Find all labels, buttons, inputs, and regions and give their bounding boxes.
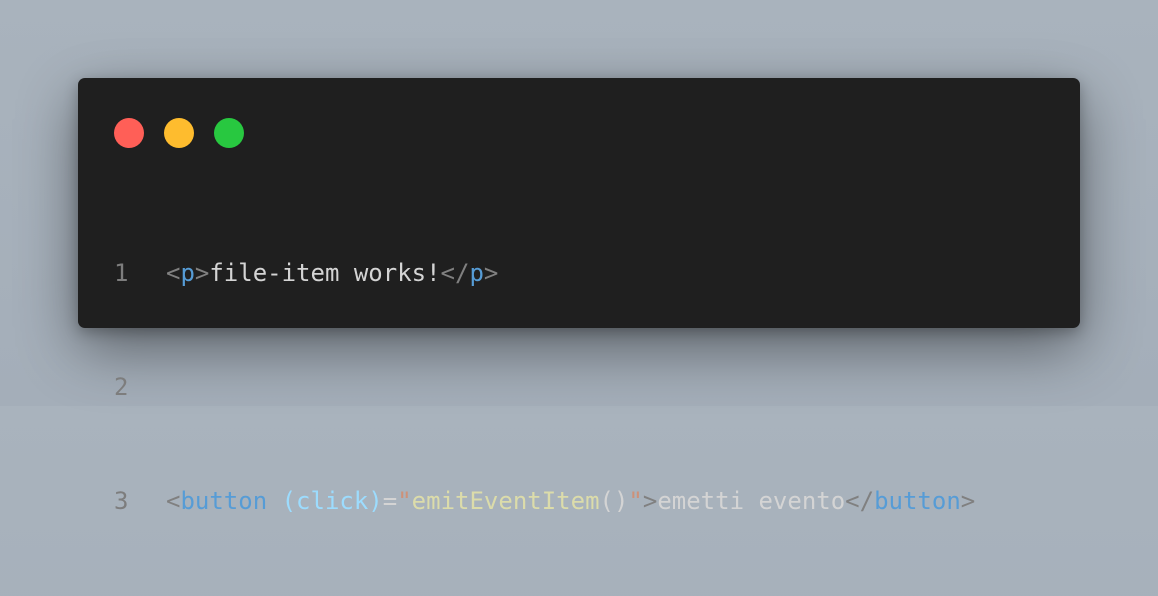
code-token: < xyxy=(166,487,181,515)
code-token: button xyxy=(874,487,961,515)
line-number: 1 xyxy=(114,259,129,287)
code-token: (click) xyxy=(281,487,383,515)
code-token: > xyxy=(483,259,499,287)
line-number: 3 xyxy=(114,487,129,515)
code-line-3: 3 <button (click)="emitEventItem()">emet… xyxy=(114,482,975,520)
code-line-2: 2 xyxy=(114,368,975,406)
code-token: file-item works! xyxy=(209,259,441,287)
code-token: " xyxy=(628,487,643,515)
code-token: emetti evento xyxy=(657,487,846,515)
code-token: p xyxy=(469,259,484,287)
code-token: > xyxy=(194,259,210,287)
code-token: < xyxy=(166,259,181,287)
line-number: 2 xyxy=(114,373,129,401)
code-token: = xyxy=(382,487,398,515)
zoom-dot[interactable] xyxy=(214,118,244,148)
code-block: 1 <p>file-item works!</p> 2 3 <button (c… xyxy=(114,178,975,596)
code-token: > xyxy=(960,487,976,515)
code-token: () xyxy=(599,487,629,515)
code-token: p xyxy=(180,259,195,287)
code-token: </ xyxy=(845,487,875,515)
line-content: <p>file-item works!</p> xyxy=(166,254,498,292)
code-token: " xyxy=(397,487,412,515)
code-token: emitEventItem xyxy=(411,487,600,515)
minimize-dot[interactable] xyxy=(164,118,194,148)
code-token: > xyxy=(642,487,658,515)
line-content: <button (click)="emitEventItem()">emetti… xyxy=(166,482,975,520)
window-controls xyxy=(114,118,244,148)
close-dot[interactable] xyxy=(114,118,144,148)
code-line-1: 1 <p>file-item works!</p> xyxy=(114,254,975,292)
code-token: </ xyxy=(440,259,470,287)
code-window: 1 <p>file-item works!</p> 2 3 <button (c… xyxy=(78,78,1080,515)
code-token: button xyxy=(180,487,268,515)
